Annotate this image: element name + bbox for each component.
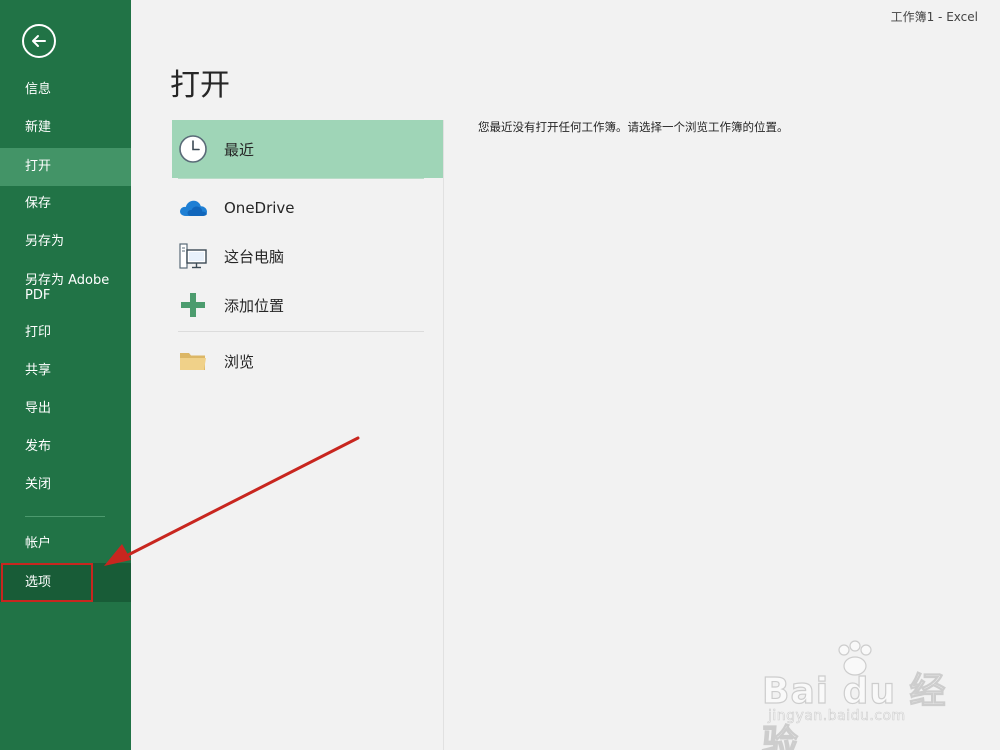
location-label: OneDrive <box>224 199 295 217</box>
nav-item-options[interactable]: 选项 <box>0 563 131 602</box>
nav-item-label: 另存为 <box>25 234 65 249</box>
annotation-arrow <box>104 436 360 566</box>
nav-item-label: 信息 <box>25 82 52 97</box>
nav-item-print[interactable]: 打印 <box>0 325 131 340</box>
nav-item-label: 另存为 Adobe PDF <box>25 273 110 303</box>
location-divider <box>178 178 424 179</box>
backstage-sidebar: 信息 新建 打开 保存 另存为 另存为 Adobe PDF 打印 共享 导出 发… <box>0 0 131 750</box>
location-onedrive[interactable]: OneDrive <box>172 188 443 228</box>
nav-item-open[interactable]: 打开 <box>0 148 131 186</box>
window-title: 工作簿1 - Excel <box>890 10 978 24</box>
nav-item-label: 导出 <box>25 401 52 416</box>
nav-item-info[interactable]: 信息 <box>0 82 131 97</box>
location-add-place[interactable]: 添加位置 <box>172 285 443 325</box>
folder-icon <box>178 346 208 376</box>
page-title: 打开 <box>170 68 230 103</box>
back-button[interactable] <box>22 24 56 58</box>
nav-item-account[interactable]: 帐户 <box>0 536 131 551</box>
nav-item-close[interactable]: 关闭 <box>0 477 131 492</box>
nav-item-save-as-pdf[interactable]: 另存为 Adobe PDF <box>0 273 131 303</box>
nav-item-label: 共享 <box>25 363 52 378</box>
nav-item-label: 打开 <box>25 159 52 174</box>
nav-item-new[interactable]: 新建 <box>0 120 131 135</box>
recent-empty-message: 您最近没有打开任何工作簿。请选择一个浏览工作簿的位置。 <box>478 120 789 134</box>
location-divider <box>178 331 424 332</box>
open-locations-list: 最近 OneDrive 这台电脑 添加位置 浏览 <box>172 120 444 750</box>
nav-item-label: 发布 <box>25 439 52 454</box>
sidebar-divider <box>25 516 105 517</box>
cloud-icon <box>178 193 208 223</box>
nav-item-label: 打印 <box>25 325 52 340</box>
nav-item-save-as[interactable]: 另存为 <box>0 234 131 249</box>
location-label: 最近 <box>224 140 255 159</box>
nav-item-share[interactable]: 共享 <box>0 363 131 378</box>
nav-item-export[interactable]: 导出 <box>0 401 131 416</box>
location-label: 添加位置 <box>224 296 285 315</box>
nav-item-label: 关闭 <box>25 477 52 492</box>
back-arrow-icon <box>32 35 46 47</box>
plus-icon <box>178 290 208 320</box>
nav-item-label: 新建 <box>25 120 52 135</box>
nav-item-label: 帐户 <box>25 536 52 551</box>
nav-item-save[interactable]: 保存 <box>0 196 131 211</box>
clock-icon <box>178 134 208 164</box>
location-this-pc[interactable]: 这台电脑 <box>172 236 443 276</box>
excel-backstage: 信息 新建 打开 保存 另存为 另存为 Adobe PDF 打印 共享 导出 发… <box>0 0 1000 750</box>
watermark-url: jingyan.baidu.com <box>768 708 906 725</box>
baidu-watermark: Bai du 经验 jingyan.baidu.com <box>761 640 952 750</box>
location-recent[interactable]: 最近 <box>172 120 443 178</box>
nav-item-label: 保存 <box>25 196 52 211</box>
nav-item-publish[interactable]: 发布 <box>0 439 131 454</box>
watermark-text: Bai du 经验 <box>761 670 947 750</box>
location-label: 这台电脑 <box>224 247 285 266</box>
paw-icon <box>838 640 872 676</box>
computer-icon <box>178 241 208 271</box>
nav-item-label: 选项 <box>25 575 52 590</box>
location-label: 浏览 <box>224 352 255 371</box>
location-browse[interactable]: 浏览 <box>172 341 443 381</box>
